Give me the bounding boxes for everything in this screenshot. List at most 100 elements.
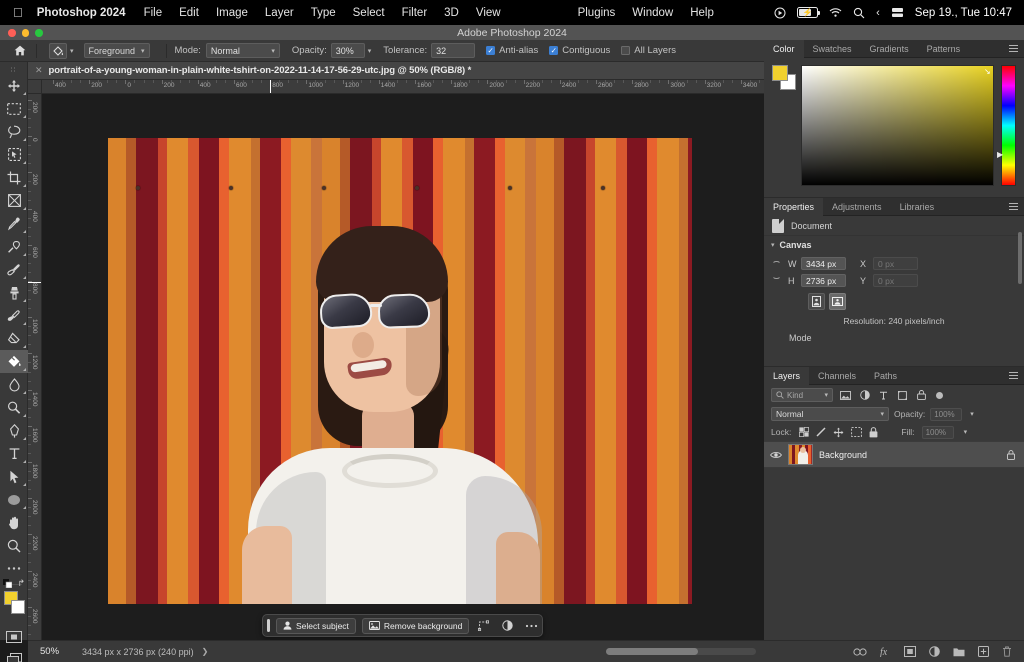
contextual-task-bar[interactable]: Select subject Remove background [262,614,543,637]
edit-toolbar-button[interactable] [0,557,28,580]
pen-tool[interactable] [0,419,28,442]
color-field[interactable]: ↘ [801,65,994,186]
tab-patterns[interactable]: Patterns [918,40,970,58]
path-selection-tool[interactable] [0,465,28,488]
eyedropper-tool[interactable] [0,212,28,235]
brush-tool[interactable] [0,258,28,281]
select-subject-button[interactable]: Select subject [276,618,356,634]
opacity-slider-caret-icon[interactable]: ▾ [368,47,372,55]
shape-filter-icon[interactable] [896,391,909,400]
menubar-clock[interactable]: Sep 19., Tue 10:47 [915,7,1012,19]
chevron-down-icon[interactable]: ▾ [70,47,74,55]
blur-tool[interactable] [0,373,28,396]
frame-tool[interactable] [0,189,28,212]
menu-edit[interactable]: Edit [179,7,199,19]
y-input[interactable]: 0 px [873,274,918,287]
eraser-tool[interactable] [0,327,28,350]
pixel-filter-icon[interactable] [839,391,852,400]
hue-slider-marker[interactable]: ▶ [997,150,1003,159]
filter-toggle-icon[interactable] [936,392,943,399]
layer-kind-filter[interactable]: Kind ▾ [771,388,833,402]
tab-channels[interactable]: Channels [809,367,865,385]
menu-help[interactable]: Help [690,7,714,19]
lock-image-icon[interactable] [816,427,826,437]
default-colors-icon[interactable] [3,579,12,588]
close-button[interactable] [8,29,16,37]
scrollbar-thumb[interactable] [606,648,698,655]
tab-gradients[interactable]: Gradients [861,40,918,58]
zoom-button[interactable] [35,29,43,37]
close-icon[interactable]: ✕ [35,65,43,76]
crop-tool[interactable] [0,166,28,189]
lock-all-icon[interactable] [869,427,878,438]
ellipse-tool[interactable] [0,488,28,511]
opacity-slider-caret-icon[interactable]: ▾ [970,410,974,418]
adjustment-filter-icon[interactable] [858,390,871,400]
home-icon[interactable] [12,45,28,56]
menu-select[interactable]: Select [353,7,385,19]
panel-menu-icon[interactable] [1009,45,1018,53]
tab-swatches[interactable]: Swatches [804,40,861,58]
background-color-swatch[interactable] [11,600,25,614]
layer-opacity-input[interactable]: 100% [930,408,962,421]
portrait-orientation-icon[interactable] [808,293,825,310]
quick-mask-icon[interactable] [0,625,28,648]
horizontal-ruler[interactable]: 4002000200400600800100012001400160018002… [42,80,764,94]
properties-scrollbar[interactable] [1018,232,1022,284]
tolerance-input[interactable]: 32 [431,43,475,58]
layer-blend-mode-dropdown[interactable]: Normal ▾ [771,407,889,421]
lock-transparency-icon[interactable] [799,427,809,437]
paint-bucket-tool[interactable] [0,350,28,373]
chevron-left-icon[interactable]: ‹ [876,7,880,19]
menu-file[interactable]: File [144,7,163,19]
apple-icon[interactable]:  [13,6,23,19]
landscape-orientation-icon[interactable] [829,293,846,310]
menu-layer[interactable]: Layer [265,7,294,19]
zoom-tool[interactable] [0,534,28,557]
swap-colors-icon[interactable]: ↱ [17,578,25,589]
type-tool[interactable] [0,442,28,465]
layer-locked-icon[interactable] [1007,450,1015,460]
object-selection-tool[interactable] [0,143,28,166]
wifi-icon[interactable] [829,7,842,18]
adjustment-layer-icon[interactable] [929,646,940,657]
hand-tool[interactable] [0,511,28,534]
tab-color[interactable]: Color [764,40,804,58]
new-layer-icon[interactable] [978,646,989,657]
remove-background-button[interactable]: Remove background [362,618,469,634]
menu-type[interactable]: Type [311,7,336,19]
menu-view[interactable]: View [476,7,501,19]
contiguous-checkbox[interactable]: Contiguous [549,45,610,56]
document-tab-label[interactable]: portrait-of-a-young-woman-in-plain-white… [49,65,472,76]
x-input[interactable]: 0 px [873,257,918,270]
tab-properties[interactable]: Properties [764,198,823,216]
display-icon[interactable] [891,7,904,18]
anti-alias-checkbox[interactable]: Anti-alias [486,45,538,56]
menu-3d[interactable]: 3D [444,7,459,19]
color-picker-cursor[interactable]: ↘ [984,67,991,74]
lasso-tool[interactable] [0,120,28,143]
tab-paths[interactable]: Paths [865,367,906,385]
drag-handle[interactable] [267,619,270,632]
new-group-icon[interactable] [953,647,965,657]
chevron-right-icon[interactable]: ❯ [202,647,209,656]
tab-layers[interactable]: Layers [764,367,809,385]
minimize-button[interactable] [22,29,30,37]
clone-stamp-tool[interactable] [0,281,28,304]
tab-adjustments[interactable]: Adjustments [823,198,891,216]
horizontal-scrollbar[interactable] [606,648,756,655]
blend-mode-dropdown[interactable]: Normal ▾ [206,43,280,58]
color-swatches[interactable]: ↱ [0,589,28,617]
layer-name[interactable]: Background [819,450,867,460]
canvas-area[interactable]: 4002000200400600800100012001400160018002… [28,80,764,640]
link-layers-icon[interactable] [853,648,867,656]
foreground-color-swatch[interactable] [772,65,788,81]
smart-object-filter-icon[interactable] [915,390,928,400]
toolbar-grip[interactable]: ∷ [0,65,27,74]
layer-mask-icon[interactable] [904,646,916,657]
control-center-icon[interactable] [774,7,786,19]
adjustment-icon[interactable] [497,620,517,631]
menu-window[interactable]: Window [632,7,673,19]
opacity-input[interactable]: 30% [331,43,365,58]
width-input[interactable]: 3434 px [801,257,846,270]
